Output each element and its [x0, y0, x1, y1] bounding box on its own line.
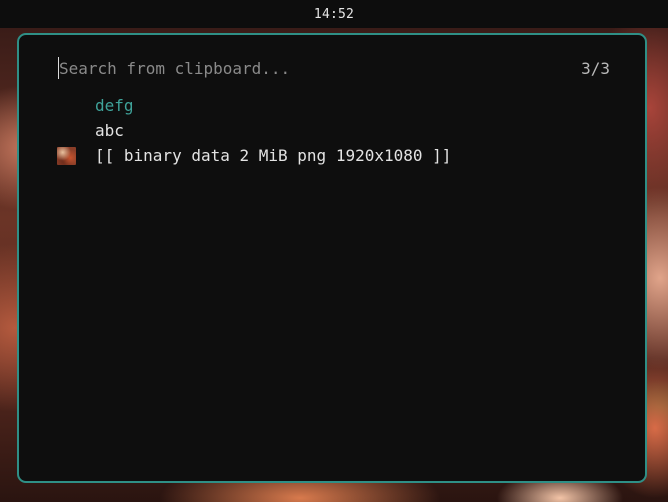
clock[interactable]: 14:52 [314, 7, 354, 22]
clipboard-entry[interactable]: abc [57, 118, 617, 143]
entry-icon-slot [57, 118, 95, 143]
entry-icon-slot [57, 93, 95, 118]
clipboard-entry-list: defg abc [[ binary data 2 MiB png 1920x1… [57, 93, 617, 168]
entry-text: abc [95, 121, 124, 140]
search-wrap [58, 57, 499, 79]
result-counter: 3/3 [581, 58, 610, 78]
search-row: 3/3 [58, 57, 610, 79]
entry-icon-slot [57, 143, 95, 168]
entry-text: defg [95, 96, 134, 115]
image-thumbnail-icon [57, 146, 76, 165]
top-bar: 14:52 [0, 0, 668, 28]
entry-text: [[ binary data 2 MiB png 1920x1080 ]] [95, 146, 452, 165]
clipboard-entry[interactable]: [[ binary data 2 MiB png 1920x1080 ]] [57, 143, 617, 168]
clipboard-entry[interactable]: defg [57, 93, 617, 118]
search-input[interactable] [59, 58, 499, 78]
clipboard-launcher: 3/3 defg abc [[ binary data 2 MiB png 19… [17, 33, 647, 483]
